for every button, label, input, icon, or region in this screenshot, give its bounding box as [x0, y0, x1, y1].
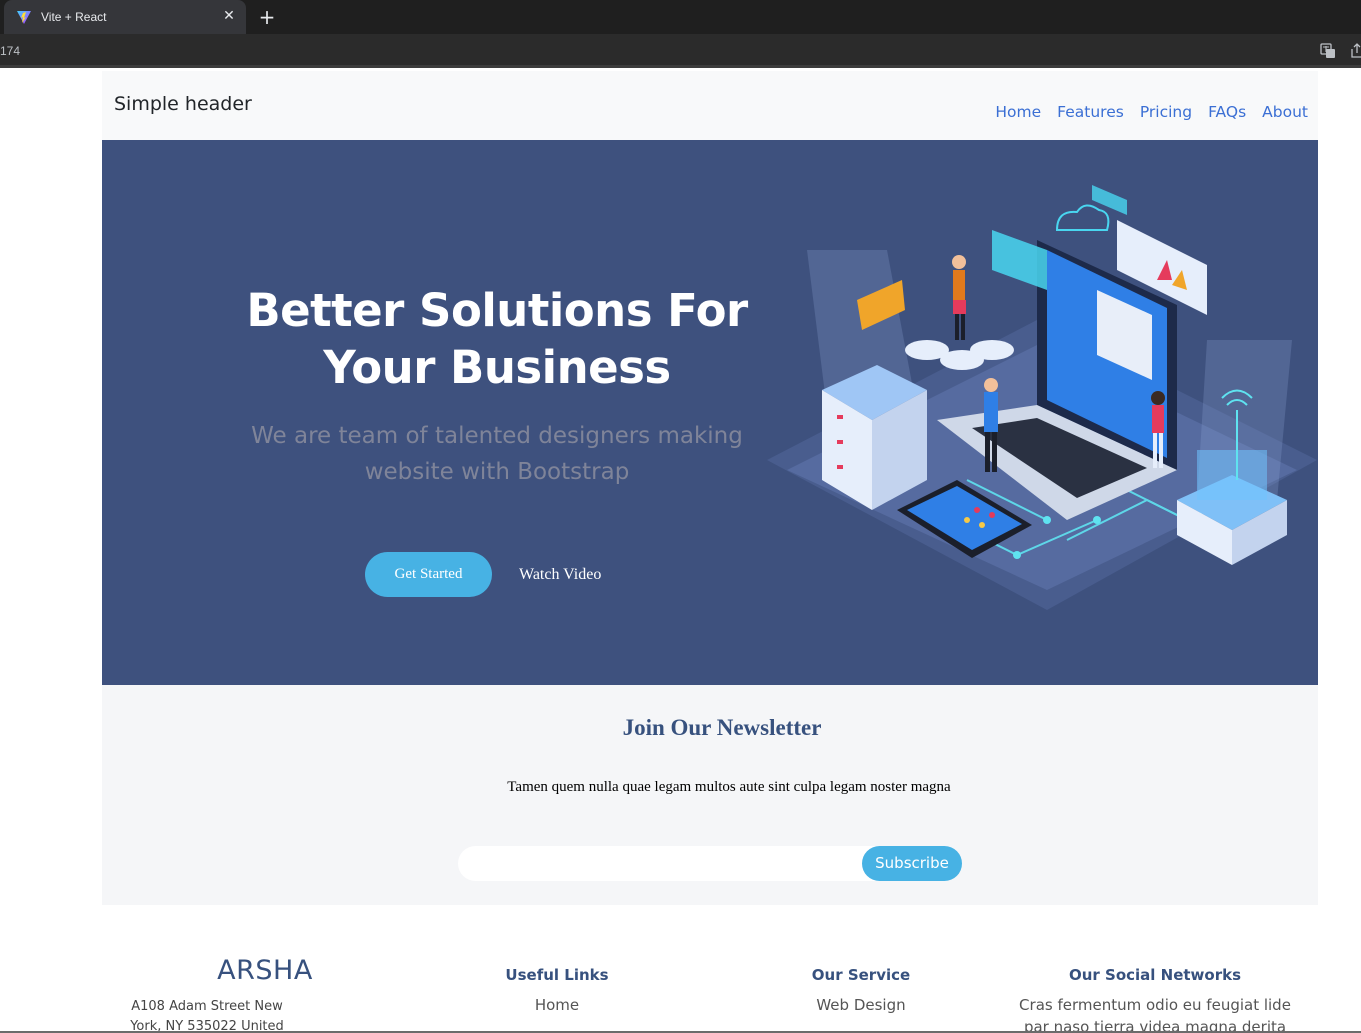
- nav-about[interactable]: About: [1262, 103, 1308, 121]
- footer-link-home[interactable]: Home: [457, 994, 657, 1016]
- subscribe-button[interactable]: Subscribe: [862, 846, 962, 881]
- newsletter-section: Join Our Newsletter Tamen quem nulla qua…: [102, 685, 1318, 905]
- close-tab-icon[interactable]: ✕: [220, 7, 238, 25]
- share-icon[interactable]: [1350, 43, 1361, 59]
- page-content: Simple header Home Features Pricing FAQs…: [102, 71, 1318, 905]
- useful-links-heading: Useful Links: [505, 966, 609, 984]
- social-networks-heading: Our Social Networks: [1068, 966, 1242, 984]
- nav-features[interactable]: Features: [1057, 103, 1124, 121]
- url-text[interactable]: 174: [0, 44, 20, 58]
- hero-title: Better Solutions For Your Business: [246, 284, 748, 394]
- translate-icon[interactable]: [1320, 43, 1336, 59]
- vite-logo-icon: [17, 11, 31, 24]
- social-networks-text: Cras fermentum odio eu feugiat lide par …: [1019, 996, 1291, 1033]
- hero-subtitle: We are team of talented designers making…: [251, 423, 743, 485]
- footer-our-service: Our Service Web Design: [761, 966, 961, 1016]
- main-nav: Home Features Pricing FAQs About: [979, 103, 1308, 121]
- hero-section: Better Solutions For Your Business We ar…: [102, 140, 1318, 685]
- footer-service-web-design[interactable]: Web Design: [761, 994, 961, 1016]
- footer-useful-links: Useful Links Home: [457, 966, 657, 1016]
- browser-tab[interactable]: Vite + React ✕: [4, 0, 246, 34]
- nav-pricing[interactable]: Pricing: [1140, 103, 1192, 121]
- tab-title: Vite + React: [41, 10, 107, 24]
- newsletter-email-input[interactable]: [458, 846, 858, 881]
- browser-tab-strip: Vite + React ✕ +: [0, 0, 1361, 34]
- newsletter-form: Subscribe: [458, 846, 962, 881]
- site-brand[interactable]: Simple header: [114, 93, 252, 115]
- footer-brand: ARSHA: [217, 955, 313, 986]
- site-footer: ARSHA A108 Adam Street New York, NY 5350…: [0, 905, 1361, 1033]
- footer-social: Our Social Networks Cras fermentum odio …: [1005, 966, 1305, 1033]
- site-header: Simple header Home Features Pricing FAQs…: [102, 71, 1318, 140]
- our-service-heading: Our Service: [811, 966, 911, 984]
- newsletter-text: Tamen quem nulla quae legam multos aute …: [507, 779, 951, 795]
- get-started-button[interactable]: Get Started: [365, 552, 492, 597]
- nav-faqs[interactable]: FAQs: [1208, 103, 1246, 121]
- watch-video-button[interactable]: Watch Video: [519, 552, 601, 597]
- footer-address: A108 Adam Street New York, NY 535022 Uni…: [130, 999, 284, 1033]
- new-tab-icon[interactable]: +: [256, 6, 278, 28]
- address-bar[interactable]: 174: [0, 34, 1361, 68]
- newsletter-title: Join Our Newsletter: [622, 715, 822, 740]
- nav-home[interactable]: Home: [995, 103, 1041, 121]
- hero-illustration: [767, 185, 1317, 610]
